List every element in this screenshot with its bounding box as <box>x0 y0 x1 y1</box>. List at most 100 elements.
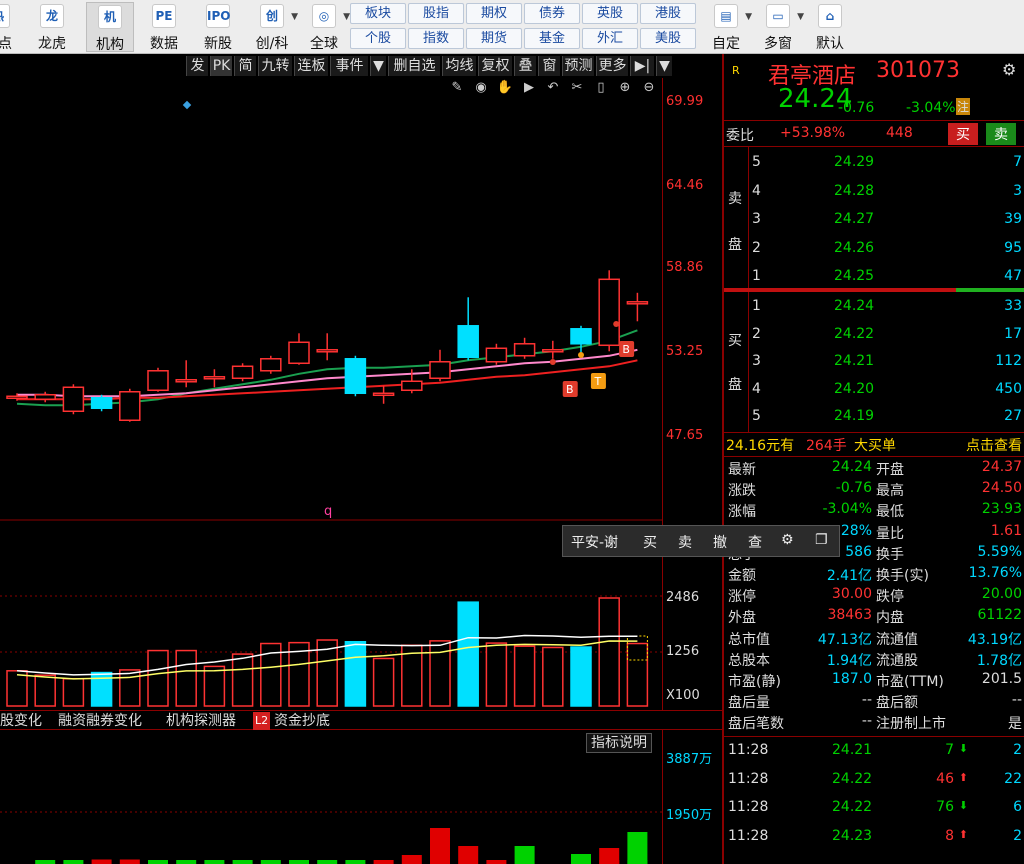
indicator-bar <box>486 860 507 864</box>
indicator-bar <box>317 860 338 864</box>
divider <box>724 120 1024 121</box>
candle[interactable] <box>372 392 395 397</box>
indicator-tab[interactable]: 融资融券变化 <box>58 712 142 730</box>
toolbar-button-custom[interactable]: ▤ 自定 ▼ <box>702 2 752 52</box>
chevron-down-icon[interactable]: ▼ <box>745 12 752 22</box>
indicator-tab[interactable]: 机构探测器 <box>166 712 236 730</box>
candle[interactable] <box>598 278 620 347</box>
volume-bar <box>626 642 649 707</box>
candle[interactable] <box>401 380 423 392</box>
candle[interactable] <box>344 358 367 395</box>
candle[interactable] <box>457 325 479 359</box>
stat-label: 总股本 <box>728 652 770 669</box>
candle[interactable] <box>6 395 28 400</box>
candle[interactable] <box>147 370 169 392</box>
bid-volume: 450 <box>995 380 1022 397</box>
indicator-bar <box>458 846 479 864</box>
quick-trade-item[interactable]: 撤 <box>713 532 727 552</box>
window-icon[interactable]: ❐ <box>815 532 828 548</box>
candle[interactable] <box>260 358 282 372</box>
candle[interactable] <box>175 379 197 383</box>
bid-volume: 27 <box>1004 408 1022 424</box>
tick-volume: 8 <box>945 827 954 844</box>
volume-bar <box>542 646 564 707</box>
candle[interactable] <box>485 347 508 363</box>
tick-time: 11:28 <box>728 799 769 815</box>
bid-volume: 33 <box>1004 298 1022 314</box>
candle[interactable] <box>203 376 226 380</box>
candle[interactable] <box>542 349 564 353</box>
stat-label: 内盘 <box>876 610 904 627</box>
gear-icon[interactable]: ⚙ <box>781 532 794 548</box>
volume-bar <box>231 653 254 707</box>
stat-label: 金额 <box>728 568 756 584</box>
candle[interactable] <box>62 386 85 413</box>
indicator-bar <box>204 860 225 864</box>
indicator-bar <box>514 846 535 864</box>
sell-button[interactable]: 卖 <box>986 123 1016 145</box>
custom-icon: ▤ <box>714 4 738 28</box>
price-tick: 69.99 <box>666 94 704 109</box>
indicator-tab[interactable]: 股变化 <box>0 712 42 730</box>
lower-tick: 3887万 <box>666 752 713 767</box>
quick-trade-item[interactable]: 查 <box>748 532 762 552</box>
candle[interactable] <box>513 343 536 357</box>
ask-level: 4 <box>752 182 761 199</box>
candle[interactable] <box>288 341 310 365</box>
big-order-link[interactable]: 点击查看 <box>966 435 1022 455</box>
gear-icon[interactable]: ⚙ <box>1002 60 1016 79</box>
toolbar-button-multiwindow[interactable]: ▭ 多窗 ▼ <box>754 2 804 52</box>
indicator-bar <box>430 828 450 864</box>
stat-label: 换手 <box>876 546 904 563</box>
indicator-bar <box>63 860 84 864</box>
candle[interactable] <box>316 349 338 353</box>
stat-value: 24.37 <box>981 459 1022 475</box>
toolbar-button-label: 默认 <box>816 36 844 52</box>
home-icon: ⌂ <box>818 4 842 28</box>
candle[interactable] <box>570 328 592 345</box>
tick-count: 2 <box>1013 742 1022 758</box>
stat-value: -0.76 <box>835 480 872 497</box>
volume-bar <box>119 669 141 707</box>
toolbar-button-home[interactable]: ⌂ 默认 <box>806 2 854 52</box>
quick-trade-item[interactable]: 买 <box>643 532 657 552</box>
indicator-tab[interactable]: 资金抄底 <box>274 712 330 730</box>
stat-value: -3.04% <box>822 501 872 518</box>
indicator-bar <box>148 860 168 864</box>
stat-value: 1.94亿 <box>826 652 872 669</box>
buy-button[interactable]: 买 <box>948 123 978 145</box>
quick-trade-item[interactable]: 卖 <box>678 532 692 552</box>
bid-level: 1 <box>752 298 761 314</box>
signal-dot <box>613 321 620 327</box>
divider <box>724 736 1024 737</box>
candle[interactable] <box>429 361 451 380</box>
kline-chart[interactable]: B T Bq <box>0 0 662 864</box>
diamond-marker <box>182 100 192 110</box>
indicator-tabs-bar: 股变化 融资融券变化 机构探测器 资金抄底 L2 <box>0 710 722 730</box>
candle[interactable] <box>90 397 113 410</box>
candle[interactable] <box>34 394 56 401</box>
chevron-down-icon[interactable]: ▼ <box>797 12 804 22</box>
candle[interactable] <box>231 365 254 380</box>
l2-badge: L2 <box>253 712 271 730</box>
stat-label: 盘后额 <box>876 695 918 712</box>
stat-value: 28% <box>840 522 872 539</box>
indicator-bar <box>35 860 56 864</box>
ask-level: 1 <box>752 268 761 284</box>
ask-volume: 95 <box>1004 239 1022 256</box>
indicator-help-button[interactable]: 指标说明 <box>586 733 652 753</box>
tick-volume: 7 <box>945 742 954 758</box>
marker-q: q <box>324 504 332 519</box>
candle[interactable] <box>119 391 141 422</box>
multiwindow-icon: ▭ <box>766 4 790 28</box>
candle[interactable] <box>626 301 649 305</box>
ask-price: 24.28 <box>834 182 875 199</box>
big-order-qty: 264手 <box>806 438 847 454</box>
toolbar-button-label: 自定 <box>712 36 740 52</box>
arrow-up-icon: ⬆ <box>958 770 968 784</box>
weibi-value: +53.98% <box>780 125 846 141</box>
volume-bar <box>203 665 226 707</box>
quick-trade-item[interactable]: 平安-谢 <box>571 532 618 552</box>
stat-value: 1.61 <box>990 522 1022 539</box>
price-change-pct: -3.04% <box>906 100 956 116</box>
